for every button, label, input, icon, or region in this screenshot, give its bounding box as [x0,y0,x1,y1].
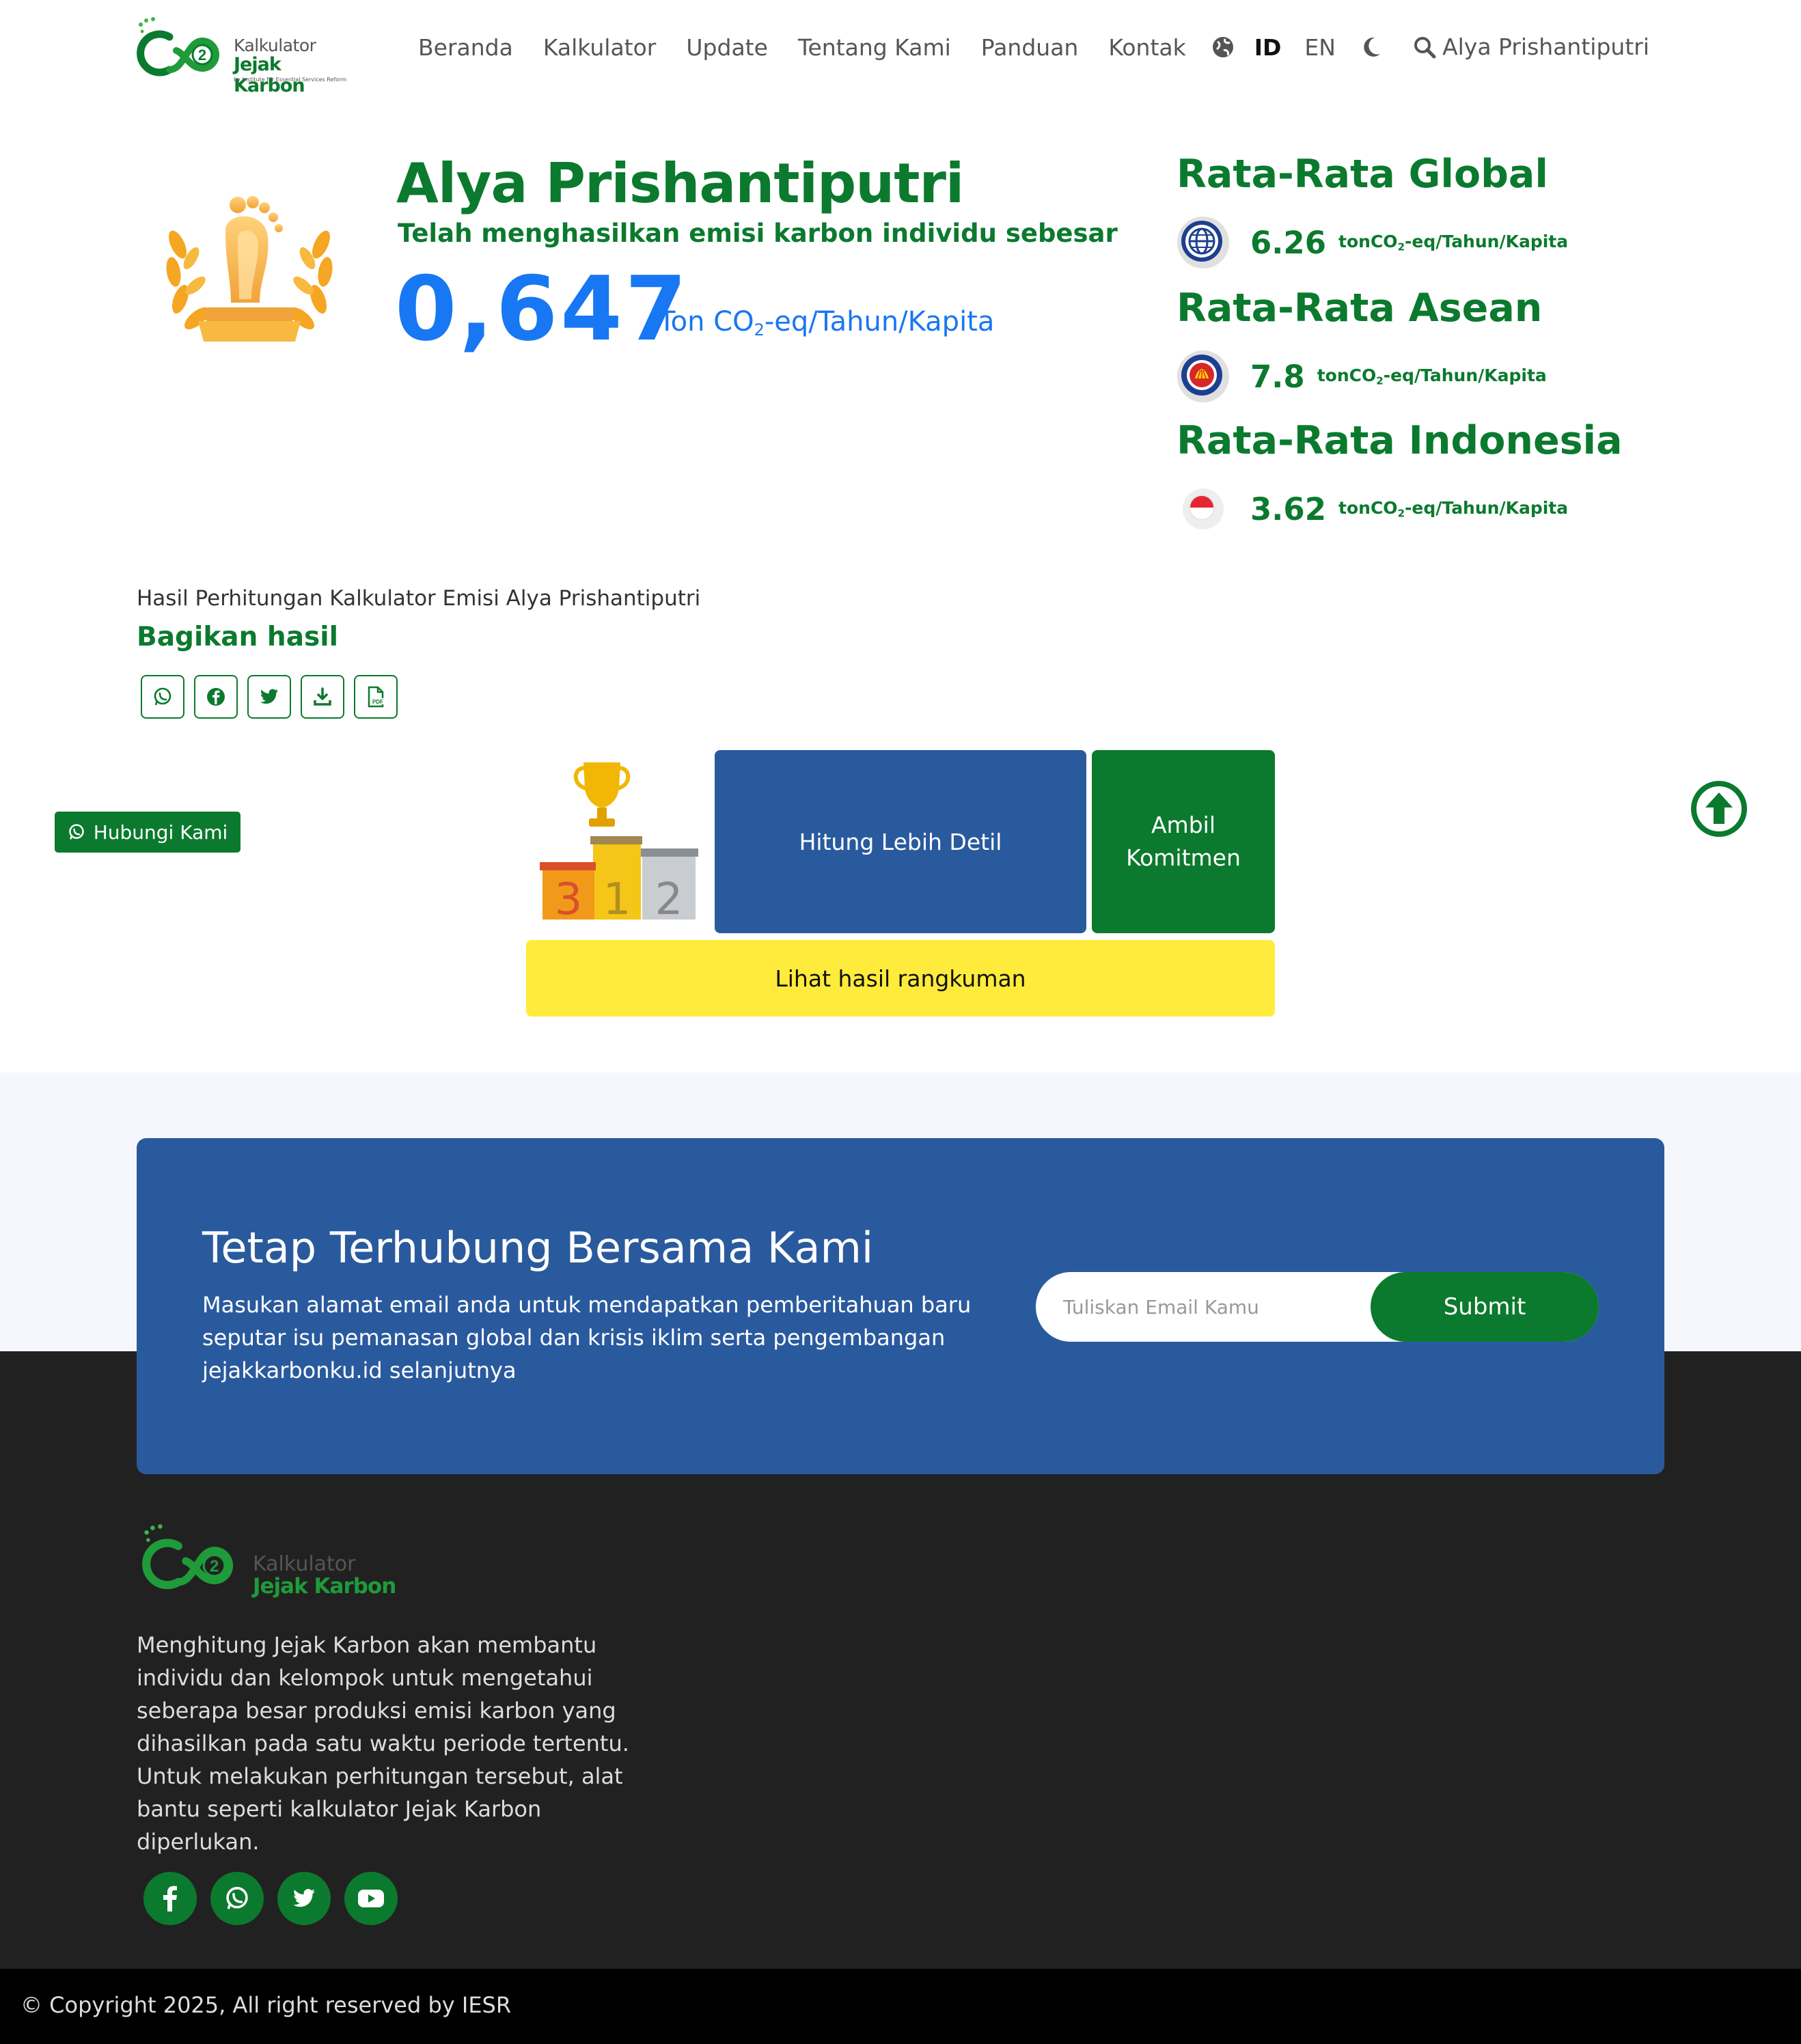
footer-youtube-link[interactable] [344,1872,398,1925]
pdf-button[interactable]: PDF [354,675,398,719]
footprint-trophy-icon [157,190,342,343]
footer-twitter-link[interactable] [277,1872,331,1925]
facebook-icon [163,1886,177,1911]
newsletter-form: Submit [1036,1272,1599,1342]
unit-suffix: -eq/Tahun/Kapita [1405,498,1569,519]
result-subtitle: Telah menghasilkan emisi karbon individu… [398,219,1118,248]
whatsapp-icon [226,1887,248,1909]
co2-logo-icon: 2 [142,1524,234,1590]
download-icon [314,687,331,706]
footer-description: Menghitung Jejak Karbon akan membantu in… [137,1632,629,1855]
globe-icon[interactable] [1211,35,1235,59]
newsletter-email-input[interactable] [1063,1272,1364,1342]
svg-text:PDF: PDF [372,699,383,705]
share-buttons: PDF [141,675,407,719]
footer-logo[interactable]: 2 Kalkulator Jejak Karbon [137,1523,396,1605]
average-global-unit: tonCO2-eq/Tahun/Kapita [1338,232,1568,253]
unit-suffix: -eq/Tahun/Kapita [1383,365,1547,386]
newsletter-card: Tetap Terhubung Bersama Kami Masukan ala… [137,1138,1664,1474]
twitter-icon [260,689,278,704]
podium-number-1: 1 [603,874,631,922]
newsletter-submit-button[interactable]: Submit [1371,1272,1599,1342]
unit-prefix: tonCO [1317,365,1377,386]
unit-prefix: Ton CO [659,306,754,337]
copyright-text: © Copyright 2025, All right reserved by … [20,1992,512,2018]
svg-text:2: 2 [210,1557,219,1575]
scroll-to-top-icon[interactable] [1690,780,1748,838]
result-emission-unit: Ton CO2-eq/Tahun/Kapita [659,306,994,340]
whatsapp-icon [68,824,84,840]
nav-tentang-kami[interactable]: Tentang Kami [798,34,951,61]
calculation-caption: Hasil Perhitungan Kalkulator Emisi Alya … [137,586,701,611]
footer-whatsapp-link[interactable] [210,1872,264,1925]
average-indonesia: Rata-Rata Indonesia 3.62 tonCO2-eq/Tahun… [1177,418,1655,536]
pdf-icon: PDF [368,686,384,708]
newsletter-title: Tetap Terhubung Bersama Kami [202,1223,874,1273]
contact-us-label: Hubungi Kami [93,820,228,844]
unit-sub: 2 [1397,507,1405,520]
whatsapp-icon [154,687,171,706]
search-icon[interactable] [1412,35,1437,59]
unit-sub: 2 [1397,240,1405,253]
view-summary-button[interactable]: Lihat hasil rangkuman [526,940,1275,1017]
newsletter-description: Masukan alamat email anda untuk mendapat… [202,1292,972,1383]
lang-en[interactable]: EN [1304,34,1336,61]
result-emission-value: 0,647 [395,257,690,361]
co2-logo-icon: 2 [137,17,219,77]
take-commitment-button[interactable]: Ambil Komitmen [1092,750,1275,933]
header-logo[interactable]: 2 Kalkulator Jejak Karbon by Institute f… [137,16,348,96]
unit-prefix: tonCO [1338,232,1398,252]
main-nav: Beranda Kalkulator Update Tentang Kami P… [418,30,1456,64]
podium-icon: 1 3 2 [537,758,701,925]
share-title: Bagikan hasil [137,622,338,652]
calculate-detail-button[interactable]: Hitung Lebih Detil [715,750,1086,933]
average-asean-title: Rata-Rata Asean [1177,286,1543,331]
unit-suffix: -eq/Tahun/Kapita [1405,232,1569,252]
lang-id[interactable]: ID [1254,34,1282,61]
average-global-value: 6.26 [1250,224,1327,261]
nav-kontak[interactable]: Kontak [1108,34,1185,61]
average-indonesia-title: Rata-Rata Indonesia [1177,418,1623,463]
asean-flag-icon [1177,350,1229,402]
podium-number-2: 2 [655,874,683,922]
globe-flag-icon [1177,217,1229,268]
result-user-name: Alya Prishantiputri [396,152,964,215]
twitter-icon [293,1889,315,1907]
podium-number-3: 3 [555,874,583,922]
share-facebook-button[interactable] [194,675,238,719]
unit-sub: 2 [754,320,765,340]
nav-user-name[interactable]: Alya Prishantiputri [1442,30,1649,64]
footer-social-links [143,1872,411,1925]
indonesia-flag-icon [1183,488,1224,529]
logo-text-line2: Jejak Karbon [234,54,305,96]
moon-icon[interactable] [1359,35,1384,59]
average-asean-value: 7.8 [1250,358,1305,395]
average-global: Rata-Rata Global 6.26 tonCO2-eq/Tahun/Ka… [1177,152,1655,269]
logo-tagline: by Institute for Essential Services Refo… [234,77,347,83]
svg-text:2: 2 [198,46,206,64]
logo-text-line1: Kalkulator [234,36,316,55]
youtube-icon [358,1890,384,1907]
footer-logo-line2: Jejak Karbon [253,1574,396,1599]
facebook-icon [207,688,225,706]
nav-panduan[interactable]: Panduan [981,34,1079,61]
nav-kalkulator[interactable]: Kalkulator [543,34,657,61]
unit-suffix: -eq/Tahun/Kapita [764,306,995,337]
nav-beranda[interactable]: Beranda [418,34,513,61]
average-asean-unit: tonCO2-eq/Tahun/Kapita [1317,365,1547,387]
average-indonesia-unit: tonCO2-eq/Tahun/Kapita [1338,498,1568,520]
average-global-title: Rata-Rata Global [1177,152,1548,197]
contact-us-button[interactable]: Hubungi Kami [55,812,240,853]
share-twitter-button[interactable] [247,675,291,719]
average-asean: Rata-Rata Asean 7.8 tonCO2-eq/Tahun/Kapi… [1177,286,1655,403]
share-whatsapp-button[interactable] [141,675,184,719]
average-indonesia-value: 3.62 [1250,491,1327,527]
unit-prefix: tonCO [1338,498,1398,519]
nav-update[interactable]: Update [686,34,768,61]
footer-logo-line1: Kalkulator [253,1552,356,1576]
unit-sub: 2 [1376,374,1384,387]
download-button[interactable] [301,675,344,719]
footer-facebook-link[interactable] [143,1872,197,1925]
